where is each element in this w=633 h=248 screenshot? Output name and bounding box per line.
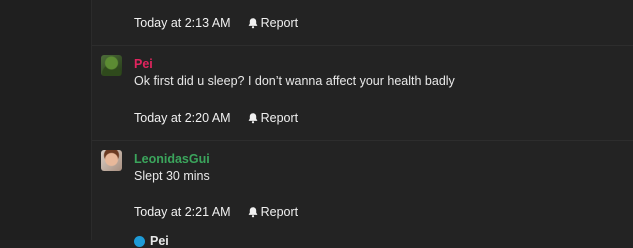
message-timestamp: Today at 2:21 AM — [134, 205, 231, 219]
author-name[interactable]: Pei — [150, 234, 169, 248]
author-name[interactable]: LeonidasGui — [134, 152, 210, 166]
avatar[interactable] — [101, 150, 122, 171]
left-sidebar — [0, 0, 92, 240]
report-button[interactable]: Report — [247, 205, 299, 219]
bell-icon — [248, 207, 257, 218]
message-timestamp: Today at 2:20 AM — [134, 111, 231, 125]
report-label: Report — [260, 111, 299, 125]
avatar[interactable] — [101, 55, 122, 76]
report-button[interactable]: Report — [247, 111, 299, 125]
message-footer: Today at 2:21 AM Report — [134, 205, 298, 219]
message-footer: Today at 2:13 AM Report — [134, 16, 298, 30]
bell-icon — [248, 18, 257, 29]
bell-icon — [248, 113, 257, 124]
message-text: Slept 30 mins — [134, 169, 210, 183]
message-divider — [92, 45, 633, 46]
report-button[interactable]: Report — [247, 16, 299, 30]
verified-badge-icon — [134, 235, 145, 247]
message-text: Ok first did u sleep? I don’t wanna affe… — [134, 74, 455, 88]
message-footer: Today at 2:20 AM Report — [134, 111, 298, 125]
report-label: Report — [260, 205, 299, 219]
message-timestamp: Today at 2:13 AM — [134, 16, 231, 30]
author-name[interactable]: Pei — [134, 57, 153, 71]
message-divider — [92, 140, 633, 141]
chat-messages: Today at 2:13 AM Report Pei Ok first did… — [92, 0, 633, 248]
report-label: Report — [260, 16, 299, 30]
next-message-header: Pei — [134, 234, 169, 248]
